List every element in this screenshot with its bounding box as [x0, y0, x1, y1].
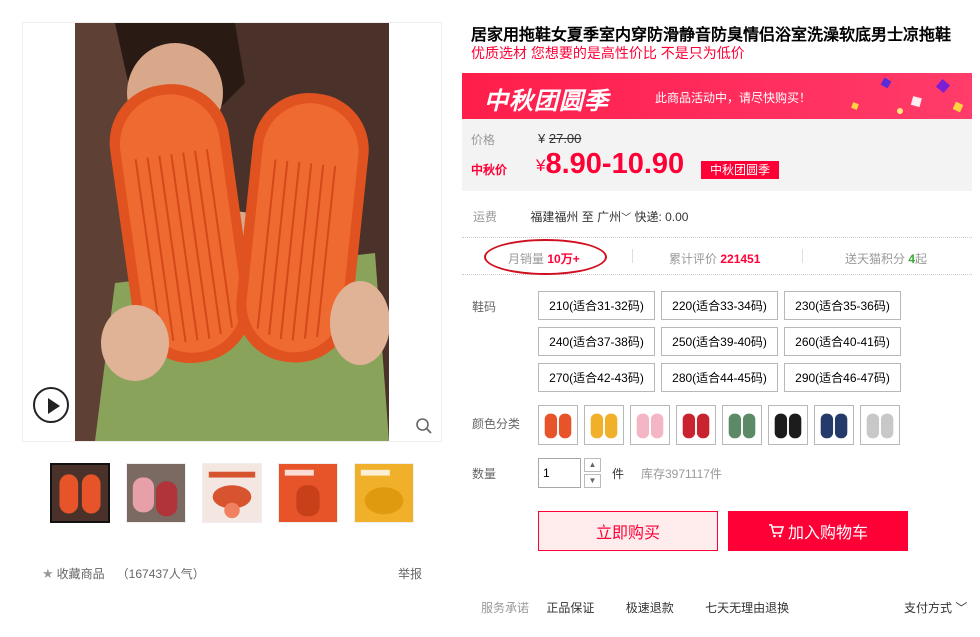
payment-label[interactable]: 支付方式 [904, 601, 952, 615]
shipping-label: 运费 [473, 210, 498, 224]
service-row: 服务承诺 正品保证 极速退款 七天无理由退换 [481, 599, 971, 616]
buy-now-button[interactable]: 立即购买 [538, 511, 718, 551]
shipping-row: 运费 福建福州 至 广州﹀ 快递: 0.00 [473, 208, 688, 225]
add-to-cart-label[interactable]: 加入购物车 [788, 519, 868, 543]
promo-banner: 中秋团圆季 此商品活动中，请尽快购买！ [462, 73, 972, 119]
reviews-label[interactable]: 累计评价 [669, 252, 717, 266]
price-label: 价格 [471, 133, 496, 147]
thumbnail[interactable] [354, 463, 414, 523]
size-option[interactable]: 220(适合33-34码) [661, 291, 778, 320]
play-video-button[interactable] [33, 387, 69, 423]
thumbnail[interactable] [278, 463, 338, 523]
thumbnail[interactable] [50, 463, 110, 523]
chevron-down-icon[interactable]: ﹀ [955, 601, 967, 615]
size-option[interactable]: 230(适合35-36码) [784, 291, 901, 320]
shipping-fee: 快递: 0.00 [634, 210, 689, 224]
quantity-input[interactable] [538, 458, 581, 488]
monthly-sales-value: 10万+ [547, 252, 580, 266]
thumbnail[interactable] [202, 463, 262, 523]
color-swatch[interactable] [722, 405, 762, 445]
favorite-row: ★ 收藏商品 （167437人气） 举报 [42, 565, 422, 582]
color-swatch[interactable] [676, 405, 716, 445]
color-options [538, 405, 900, 445]
ship-to[interactable]: 广州 [597, 210, 621, 224]
stock-count: 库存3971117件 [641, 467, 722, 481]
main-product-image[interactable] [22, 22, 442, 442]
color-swatch[interactable] [860, 405, 900, 445]
promo-tag: 中秋团圆季 [701, 161, 780, 179]
thumbnail[interactable] [126, 463, 186, 523]
original-price-value: 27.00 [548, 131, 582, 146]
chevron-down-icon[interactable]: ﹀ [621, 213, 631, 224]
quantity-decrease-button[interactable]: ▼ [584, 474, 601, 488]
divider [632, 249, 633, 263]
color-swatch[interactable] [814, 405, 854, 445]
size-option[interactable]: 280(适合44-45码) [661, 363, 778, 392]
size-option[interactable]: 290(适合46-47码) [784, 363, 901, 392]
product-subtitle: 优质选材 您想要的是高性价比 不是只为低价 [471, 45, 745, 61]
ship-from: 福建福州 [530, 210, 579, 224]
color-label: 颜色分类 [472, 417, 521, 431]
monthly-sales: 月销量 10万+ [508, 250, 580, 267]
zoom-icon[interactable] [415, 417, 433, 435]
size-option[interactable]: 240(适合37-38码) [538, 327, 655, 356]
add-to-cart-button[interactable]: 加入购物车 [728, 511, 908, 551]
quantity-label: 数量 [472, 467, 497, 481]
color-swatch[interactable] [630, 405, 670, 445]
size-label: 鞋码 [472, 300, 497, 314]
promo-price: ¥8.90-10.90 [536, 148, 684, 181]
review-count[interactable]: 累计评价 221451 [669, 250, 760, 267]
favorite-link[interactable]: 收藏商品 [57, 565, 105, 582]
reviews-value[interactable]: 221451 [720, 252, 760, 266]
size-option[interactable]: 260(适合40-41码) [784, 327, 901, 356]
points-label: 送天猫积分 [845, 252, 906, 266]
thumbnail-strip [50, 463, 430, 523]
cart-icon [768, 524, 784, 538]
service-label: 服务承诺 [481, 601, 530, 615]
color-swatch[interactable] [768, 405, 808, 445]
quantity-increase-button[interactable]: ▲ [584, 458, 601, 472]
size-option[interactable]: 210(适合31-32码) [538, 291, 655, 320]
product-title: 居家用拖鞋女夏季室内穿防滑静音防臭情侣浴室洗澡软底男士凉拖鞋 [471, 27, 952, 44]
points-suffix: 起 [915, 252, 928, 266]
ship-to-select[interactable]: 广州﹀ [597, 210, 631, 224]
promo-price-label: 中秋价 [471, 163, 508, 177]
monthly-sales-label: 月销量 [508, 252, 545, 266]
stats-bar: 月销量 10万+ 累计评价 221451 送天猫积分 4起 [462, 237, 972, 275]
price-box: 价格 ¥ 27.00 中秋价 ¥8.90-10.90 中秋团圆季 [462, 119, 972, 191]
service-item[interactable]: 极速退款 [626, 601, 674, 615]
service-item[interactable]: 正品保证 [546, 601, 594, 615]
payment-methods[interactable]: 支付方式 ﹀ [904, 599, 967, 616]
divider [802, 249, 803, 263]
product-photo [75, 23, 389, 441]
promo-name: 中秋团圆季 [484, 88, 609, 115]
product-photo-art [75, 23, 389, 441]
size-options: 210(适合31-32码) 220(适合33-34码) 230(适合35-36码) 2… [538, 291, 902, 392]
promo-tip: 此商品活动中，请尽快购买！ [655, 91, 812, 105]
report-link[interactable]: 举报 [398, 565, 422, 582]
service-item[interactable]: 七天无理由退换 [705, 601, 789, 615]
color-swatch[interactable] [584, 405, 624, 445]
size-option[interactable]: 250(适合39-40码) [661, 327, 778, 356]
promo-price-value: 8.90-10.90 [545, 148, 685, 180]
confetti-decoration [851, 77, 964, 114]
original-price: ¥ 27.00 [538, 131, 581, 146]
popularity-count: （167437人气） [116, 567, 205, 581]
quantity-unit: 件 [612, 467, 625, 481]
currency-symbol: ¥ [538, 131, 546, 146]
color-swatch[interactable] [538, 405, 578, 445]
tmall-points: 送天猫积分 4起 [845, 250, 927, 267]
ship-to-prefix: 至 [581, 210, 594, 224]
size-option[interactable]: 270(适合42-43码) [538, 363, 655, 392]
star-icon[interactable]: ★ [42, 566, 54, 582]
